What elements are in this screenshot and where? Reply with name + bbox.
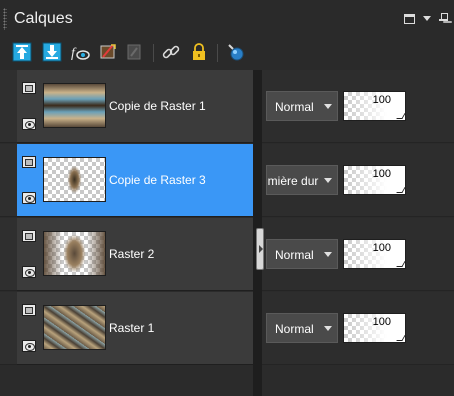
- layer-properties: Normal 100: [262, 70, 454, 143]
- layer-name[interactable]: Copie de Raster 3: [109, 173, 206, 187]
- opacity-slider[interactable]: 100: [343, 91, 406, 121]
- panel-titlebar: Calques: [0, 0, 454, 34]
- toolbar-separator: [153, 44, 154, 62]
- visibility-eye-icon[interactable]: [22, 192, 36, 204]
- layer-thumbnail: [43, 83, 106, 128]
- layer-cell[interactable]: Copie de Raster 1: [17, 70, 253, 143]
- opacity-value: 100: [372, 242, 391, 254]
- blend-mode-value: Normal: [275, 100, 314, 114]
- toolbar-separator: [217, 44, 218, 62]
- opacity-slider[interactable]: 100: [343, 313, 406, 343]
- svg-text:f: f: [71, 46, 77, 61]
- blend-mode-select[interactable]: Normal: [266, 239, 338, 269]
- resize-grip-icon: [396, 187, 406, 193]
- pin-icon[interactable]: [439, 13, 448, 24]
- layer-group-icon[interactable]: [22, 82, 36, 94]
- row-gutter: [0, 292, 17, 365]
- layer-properties: umière dur 100: [262, 144, 454, 217]
- layer-name[interactable]: Raster 2: [109, 247, 154, 261]
- opacity-value: 100: [372, 168, 391, 180]
- resize-grip-icon: [396, 261, 406, 267]
- resize-grip-icon: [396, 335, 406, 341]
- chevron-down-icon: [324, 252, 332, 257]
- blend-mode-select[interactable]: umière dur: [266, 165, 338, 195]
- row-gutter: [0, 70, 17, 143]
- layer-thumbnail: [43, 157, 106, 202]
- blend-mode-value: Normal: [275, 322, 314, 336]
- layer-row[interactable]: Copie de Raster 3 umière dur 100: [0, 144, 454, 218]
- layer-properties: Normal 100: [262, 218, 454, 291]
- opacity-value: 100: [372, 316, 391, 328]
- layer-name[interactable]: Copie de Raster 1: [109, 99, 206, 113]
- blend-mode-value: Normal: [275, 248, 314, 262]
- layers-toolbar: f: [0, 34, 454, 70]
- dropdown-arrow-icon[interactable]: [423, 16, 431, 21]
- blend-mode-value: umière dur: [266, 174, 319, 188]
- visibility-eye-icon[interactable]: [22, 340, 36, 352]
- visibility-eye-icon[interactable]: [22, 118, 36, 130]
- layer-properties: Normal 100: [262, 292, 454, 365]
- link-icon[interactable]: [161, 42, 181, 62]
- splitter-handle-icon[interactable]: [256, 228, 264, 270]
- move-layer-down-icon[interactable]: [42, 42, 62, 62]
- layer-cell[interactable]: Raster 2: [17, 218, 253, 291]
- layer-name[interactable]: Raster 1: [109, 321, 154, 335]
- opacity-slider[interactable]: 100: [343, 239, 406, 269]
- layer-row[interactable]: Copie de Raster 1 Normal 100: [0, 70, 454, 144]
- palette-icon[interactable]: [226, 42, 246, 62]
- layer-group-icon[interactable]: [22, 156, 36, 168]
- window-icon[interactable]: [404, 13, 415, 24]
- clear-layer-icon[interactable]: [124, 42, 144, 62]
- opacity-slider[interactable]: 100: [343, 165, 406, 195]
- layer-thumbnail: [43, 231, 106, 276]
- layer-group-icon[interactable]: [22, 304, 36, 316]
- visibility-eye-icon[interactable]: [22, 266, 36, 278]
- edit-mask-icon[interactable]: [98, 42, 118, 62]
- chevron-down-icon: [324, 104, 332, 109]
- chevron-down-icon: [324, 178, 332, 183]
- layer-cell-selected[interactable]: Copie de Raster 3: [17, 144, 253, 217]
- layer-row[interactable]: Raster 2 Normal 100: [0, 218, 454, 292]
- panel-title: Calques: [14, 10, 73, 27]
- layer-cell[interactable]: Raster 1: [17, 292, 253, 365]
- move-layer-up-icon[interactable]: [12, 42, 32, 62]
- lock-icon[interactable]: [189, 42, 209, 62]
- drag-grip-icon[interactable]: [3, 8, 7, 30]
- layer-group-icon[interactable]: [22, 230, 36, 242]
- resize-grip-icon: [396, 113, 406, 119]
- row-gutter: [0, 218, 17, 291]
- layer-row[interactable]: Raster 1 Normal 100: [0, 292, 454, 366]
- layer-thumbnail: [43, 305, 106, 350]
- blend-mode-select[interactable]: Normal: [266, 313, 338, 343]
- blend-mode-select[interactable]: Normal: [266, 91, 338, 121]
- fx-visibility-icon[interactable]: f: [70, 42, 90, 62]
- opacity-value: 100: [372, 94, 391, 106]
- row-gutter: [0, 144, 17, 217]
- chevron-down-icon: [324, 326, 332, 331]
